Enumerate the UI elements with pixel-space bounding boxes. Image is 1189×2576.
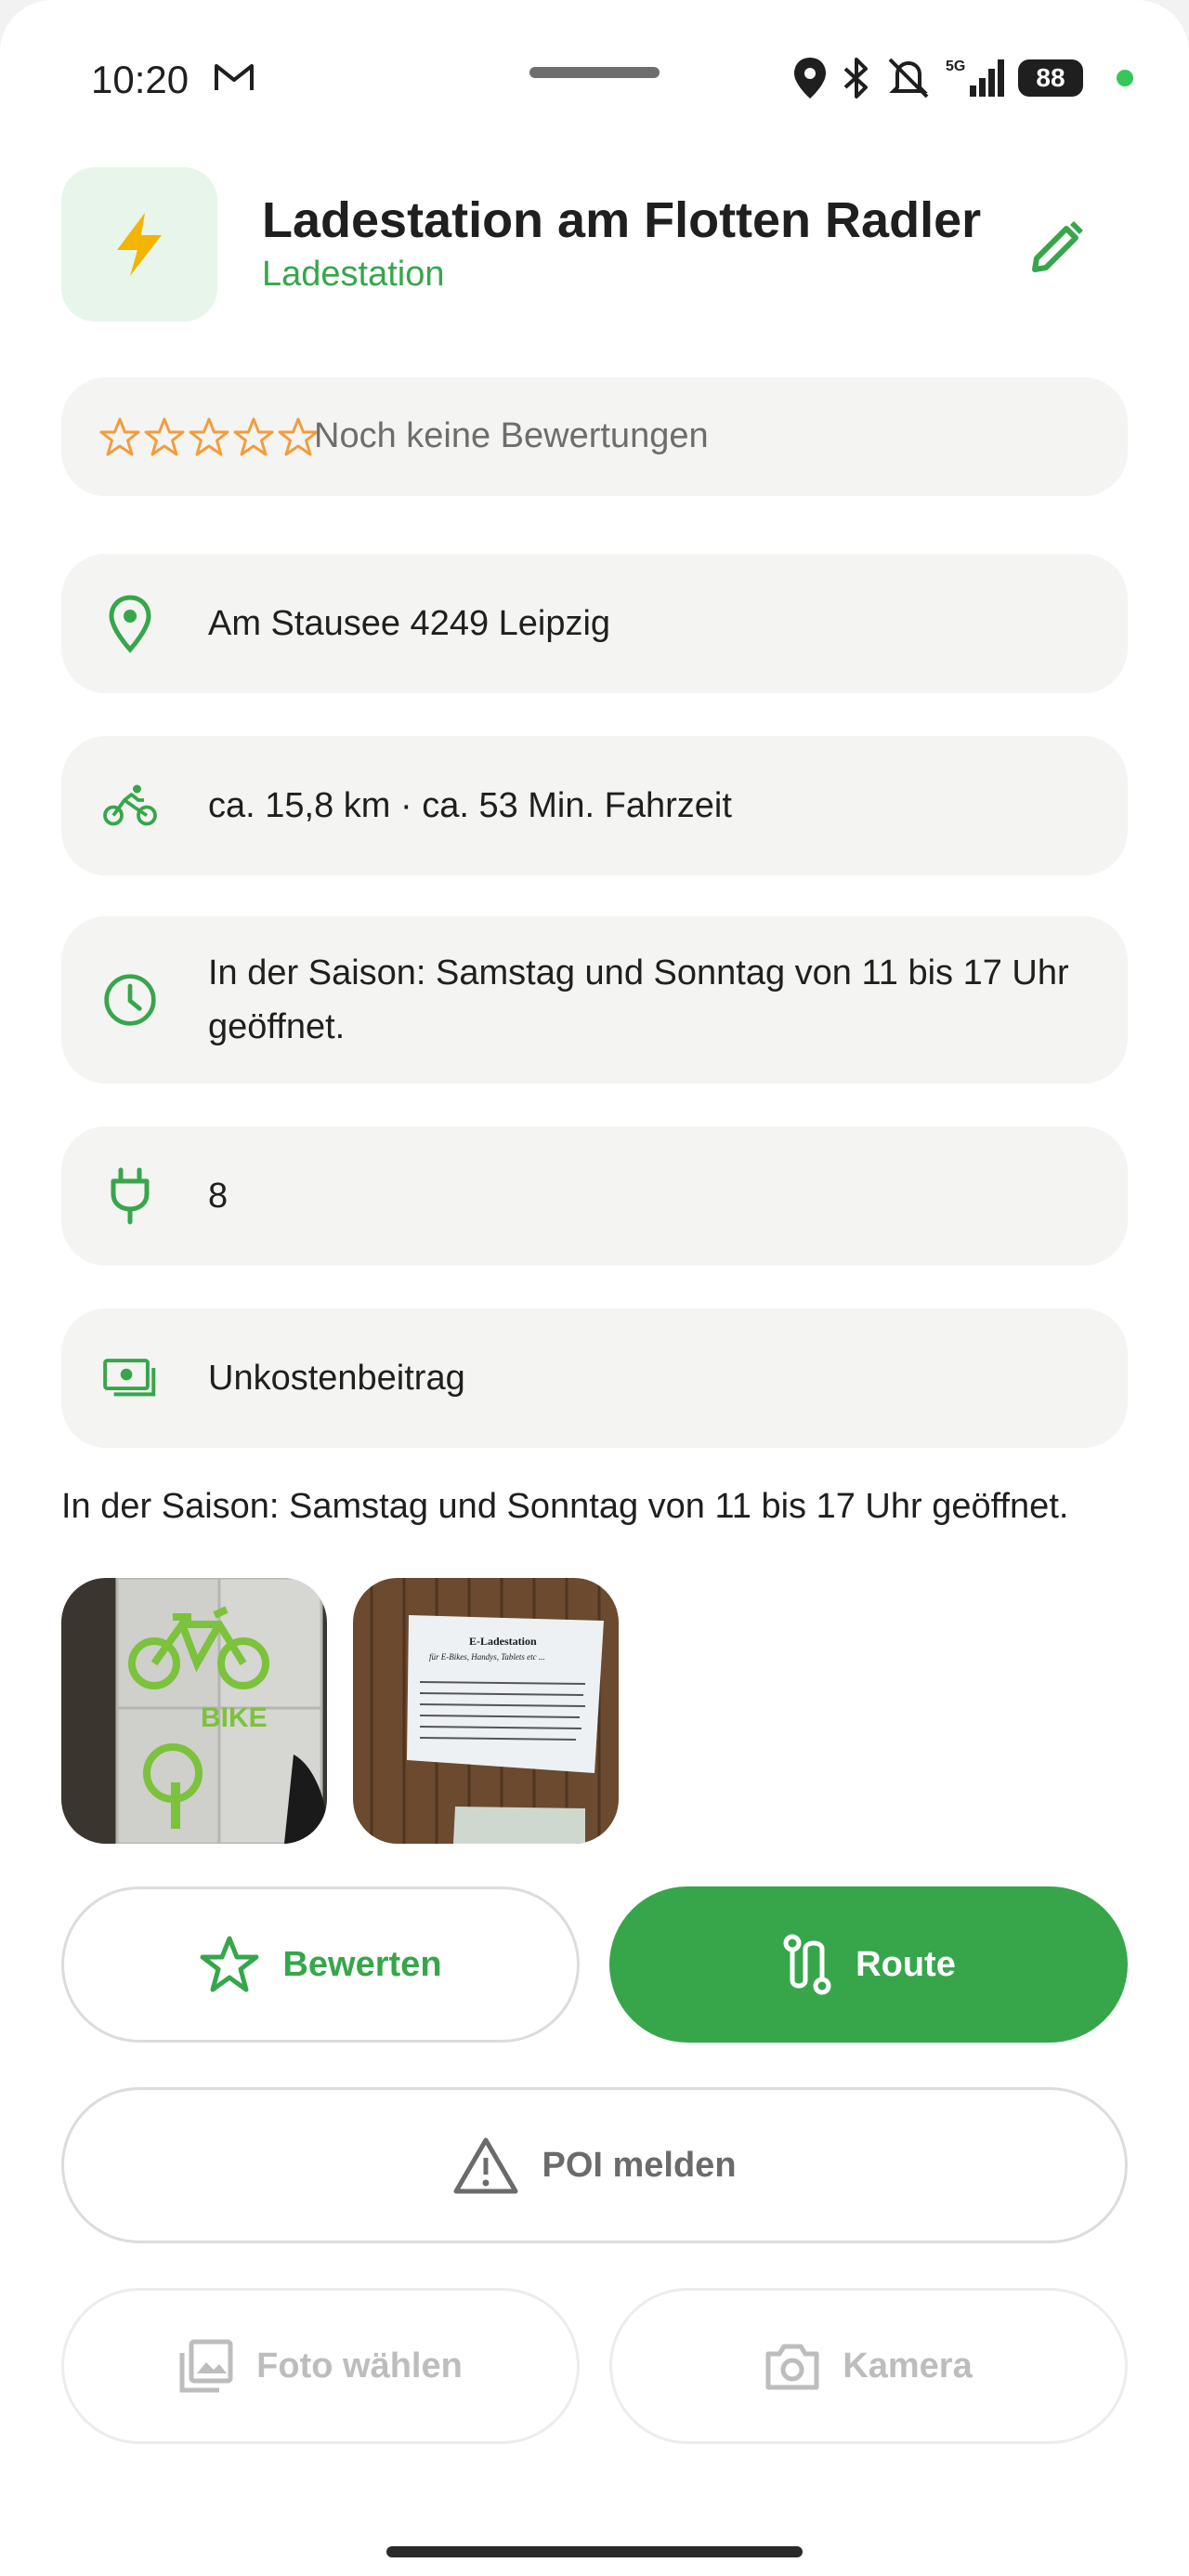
rating-text: Noch keine Bewertungen [314,416,709,455]
route-icon [783,1934,831,1995]
privacy-dot [1117,70,1133,86]
address-card[interactable]: Am Stausee 4249 Leipzig [61,554,1128,693]
poi-title: Ladestation am Flotten Radler [262,192,982,248]
photo-sign-title: E-Ladestation [469,1635,537,1648]
battery-indicator: 88 [1018,59,1083,97]
photo-bike-text: BIKE [201,1702,268,1733]
sockets-text: 8 [208,1176,229,1216]
rate-button[interactable]: Bewerten [61,1886,580,2043]
poi-detail-sheet: 10:20 5G 88 Ladestation am Flotten Radle… [0,0,1189,2576]
pencil-icon [1032,221,1083,272]
report-poi-button-label: POI melden [542,2145,737,2185]
status-time: 10:20 [91,58,189,101]
route-button-label: Route [856,1944,956,1984]
location-icon [794,58,826,99]
warning-icon [453,2137,518,2194]
rating-stars [98,416,320,457]
gallery-icon [179,2339,233,2393]
route-button[interactable]: Route [609,1886,1128,2043]
status-bar: 10:20 5G 88 [0,0,1189,158]
bluetooth-icon [843,58,868,99]
star-icon [189,417,229,456]
sockets-card: 8 [61,1126,1128,1266]
sheet-drag-handle[interactable] [529,67,660,78]
star-icon [233,417,274,456]
status-icons: 5G 88 [791,54,1083,102]
location-pin-icon [102,595,158,653]
photo-thumbnail[interactable]: BIKE [61,1578,327,1844]
distance-card: ca. 15,8 km · ca. 53 Min. Fahrzeit [61,736,1128,875]
report-poi-button[interactable]: POI melden [61,2087,1128,2243]
choose-photo-button-label: Foto wählen [256,2346,463,2385]
opening-hours-text: In der Saison: Samstag und Sonntag von 1… [208,953,1069,1046]
plug-icon [102,1167,158,1225]
address-text: Am Stausee 4249 Leipzig [208,604,611,643]
fee-text: Unkostenbeitrag [208,1359,465,1398]
camera-icon [765,2344,819,2390]
photo-sign-subtitle: für E-Bikes, Handys, Tablets etc ... [429,1652,545,1662]
edit-button[interactable] [1022,212,1092,283]
clock-icon [102,972,158,1028]
home-indicator[interactable] [386,2546,803,2557]
fee-card: Unkostenbeitrag [61,1308,1128,1448]
camera-button[interactable]: Kamera [609,2288,1128,2444]
opening-hours-card: In der Saison: Samstag und Sonntag von 1… [61,916,1128,1084]
star-icon [99,417,140,456]
rate-button-label: Bewerten [282,1944,442,1984]
bicycle-icon [102,778,158,834]
distance-text: ca. 15,8 km · ca. 53 Min. Fahrzeit [208,786,732,825]
lightning-icon [117,213,162,276]
sign-photo: E-Ladestation für E-Bikes, Handys, Table… [353,1578,619,1844]
charging-locker-photo: BIKE [61,1578,327,1844]
svg-text:5G: 5G [946,59,965,74]
poi-category: Ladestation [262,255,445,294]
photo-thumbnail[interactable]: E-Ladestation für E-Bikes, Handys, Table… [353,1578,619,1844]
poi-description: In der Saison: Samstag und Sonntag von 1… [61,1487,1069,1526]
cash-icon [102,1350,158,1406]
star-icon [144,417,185,456]
camera-button-label: Kamera [843,2346,973,2385]
rating-card[interactable]: Noch keine Bewertungen [61,377,1128,496]
signal-5g-icon: 5G [946,59,1004,97]
choose-photo-button[interactable]: Foto wählen [61,2288,580,2444]
poi-type-icon-box [61,167,217,322]
star-outline-icon [200,1936,259,1992]
mute-icon [888,58,929,99]
gmail-icon [215,64,254,90]
